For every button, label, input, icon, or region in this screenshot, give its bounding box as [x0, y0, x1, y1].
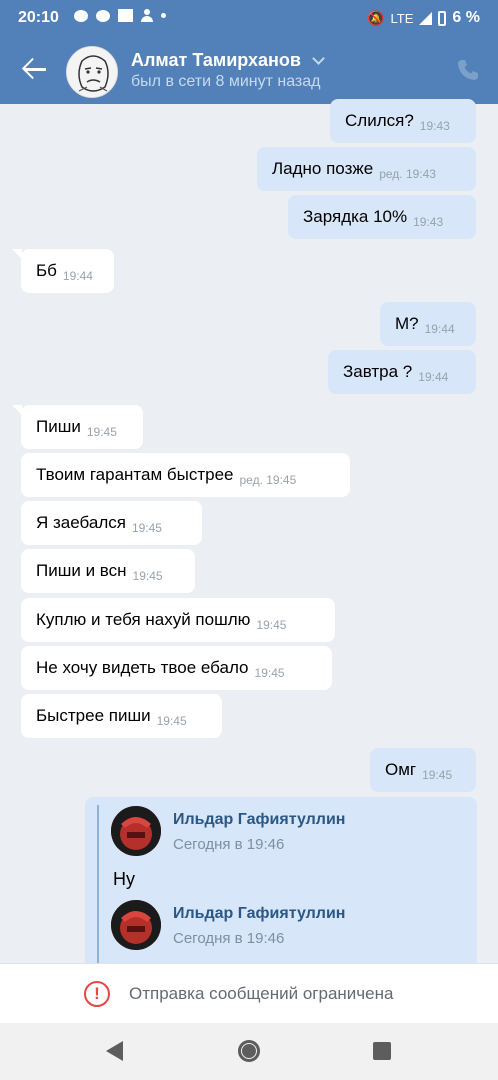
- message-text: Бб: [36, 261, 57, 280]
- messaging-restricted-bar: ! Отправка сообщений ограничена: [0, 963, 498, 1023]
- message-text: Не хочу видеть твое ебало: [36, 658, 249, 677]
- message-bubble-incoming[interactable]: Твоим гарантам быстрее ред. 19:45: [21, 453, 350, 497]
- battery-level: 6 %: [452, 9, 480, 26]
- message-text: Зарядка 10%: [303, 207, 408, 226]
- chat-bubble-icon: [96, 9, 110, 22]
- status-bar: 20:10 🔕 LTE 6 %: [0, 0, 498, 36]
- meme-face-icon: [67, 47, 117, 97]
- profile-photo-icon: [111, 806, 161, 856]
- battery-icon: [438, 10, 447, 26]
- message-text: Я заебался: [36, 513, 126, 532]
- message-text: Твоим гарантам быстрее: [36, 465, 234, 484]
- message-time: 19:45: [156, 714, 187, 728]
- system-navigation-bar: [0, 1023, 498, 1080]
- avatar[interactable]: [66, 46, 118, 98]
- message-bubble-incoming[interactable]: Пиши и всн 19:45: [21, 549, 195, 593]
- message-time: 19:45: [256, 618, 287, 632]
- message-time: 19:45: [131, 521, 162, 535]
- contact-name[interactable]: Алмат Тамирханов: [131, 50, 301, 71]
- message-time: 19:44: [62, 269, 93, 283]
- message-text: Омг: [385, 760, 417, 779]
- forwarded-messages-bubble[interactable]: Ильдар Гафиятуллин Сегодня в 19:46 Ну Ил…: [85, 797, 477, 967]
- restriction-label: Отправка сообщений ограничена: [129, 984, 394, 1003]
- message-text: Куплю и тебя нахуй пошлю: [36, 610, 251, 629]
- message-bubble-outgoing[interactable]: М? 19:44: [380, 302, 476, 346]
- phone-icon[interactable]: [456, 58, 480, 82]
- message-time: 19:44: [418, 370, 449, 384]
- message-bubble-outgoing[interactable]: Ладно позже ред. 19:43: [257, 147, 476, 191]
- message-bubble-outgoing[interactable]: Зарядка 10% 19:43: [288, 195, 476, 239]
- app-header: 20:10 🔕 LTE 6 % Алмат Тамирханов был в с: [0, 0, 498, 104]
- message-bubble-incoming[interactable]: Куплю и тебя нахуй пошлю 19:45: [21, 598, 335, 642]
- nav-home-icon[interactable]: [238, 1040, 260, 1062]
- chevron-down-icon[interactable]: [312, 52, 325, 65]
- message-text: Пиши: [36, 417, 81, 436]
- message-text: Быстрее пиши: [36, 706, 151, 725]
- forward-indicator-bar: [97, 805, 99, 967]
- message-time: 19:43: [419, 119, 450, 133]
- notification-icons: [74, 9, 166, 22]
- message-text: Ладно позже: [272, 159, 374, 178]
- status-time: 20:10: [18, 9, 59, 26]
- message-time: ред. 19:45: [239, 473, 297, 487]
- message-bubble-incoming[interactable]: Бб 19:44: [12, 249, 114, 293]
- person-icon: [141, 9, 153, 22]
- forward-date: Сегодня в 19:46: [173, 836, 285, 853]
- message-bubble-incoming[interactable]: Пиши 19:45: [12, 405, 143, 449]
- last-seen-status: был в сети 8 минут назад: [131, 73, 321, 90]
- back-arrow-icon[interactable]: [22, 56, 48, 82]
- avatar[interactable]: [111, 806, 161, 856]
- message-time: 19:45: [422, 768, 453, 782]
- forward-text: Ну: [113, 869, 135, 889]
- message-time: 19:44: [424, 322, 455, 336]
- message-bubble-incoming[interactable]: Я заебался 19:45: [21, 501, 202, 545]
- message-text: Слился?: [345, 111, 414, 130]
- forward-author[interactable]: Ильдар Гафиятуллин: [173, 905, 345, 923]
- signal-icon: [419, 11, 433, 25]
- nav-back-icon[interactable]: [106, 1041, 123, 1061]
- forward-author[interactable]: Ильдар Гафиятуллин: [173, 811, 345, 829]
- message-time: 19:45: [132, 569, 163, 583]
- message-bubble-outgoing[interactable]: Завтра ? 19:44: [328, 350, 476, 394]
- status-right: 🔕 LTE 6 %: [367, 9, 480, 27]
- message-time: 19:43: [413, 215, 444, 229]
- chat-bubble-icon: [74, 9, 88, 22]
- nav-recents-icon[interactable]: [373, 1042, 391, 1060]
- message-text: Пиши и всн: [36, 561, 127, 580]
- message-bubble-outgoing[interactable]: Слился? 19:43: [330, 99, 476, 143]
- network-type: LTE: [390, 10, 414, 26]
- message-bubble-incoming[interactable]: Быстрее пиши 19:45: [21, 694, 222, 738]
- profile-photo-icon: [111, 900, 161, 950]
- message-time: ред. 19:43: [379, 167, 436, 181]
- mute-icon: 🔕: [367, 9, 385, 26]
- warning-icon: !: [84, 981, 110, 1007]
- message-time: 19:45: [86, 425, 117, 439]
- message-time: 19:45: [254, 666, 285, 680]
- forward-date: Сегодня в 19:46: [173, 930, 285, 947]
- dot-icon: [161, 13, 166, 18]
- message-bubble-incoming[interactable]: Не хочу видеть твое ебало 19:45: [21, 646, 332, 690]
- message-bubble-outgoing[interactable]: Омг 19:45: [370, 748, 476, 792]
- mail-icon: [118, 9, 133, 22]
- message-text: Завтра ?: [343, 362, 413, 381]
- message-text: М?: [395, 314, 419, 333]
- avatar[interactable]: [111, 900, 161, 950]
